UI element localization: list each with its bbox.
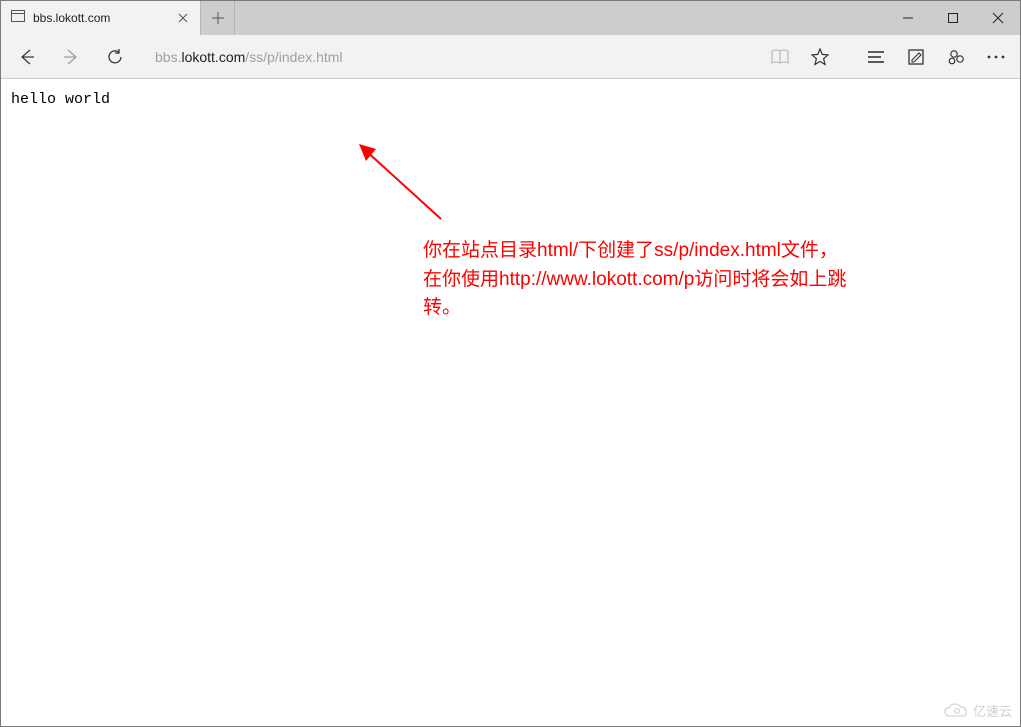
url-subdomain: bbs. — [155, 49, 181, 65]
share-icon[interactable] — [936, 35, 976, 79]
tab-title: bbs.lokott.com — [33, 11, 176, 25]
hub-icon[interactable] — [856, 35, 896, 79]
browser-tab[interactable]: bbs.lokott.com — [1, 1, 201, 35]
new-tab-button[interactable] — [201, 1, 235, 35]
url-host: lokott.com — [181, 49, 245, 65]
reading-view-icon[interactable] — [760, 35, 800, 79]
page-content: hello world 你在站点目录html/下创建了ss/p/index.ht… — [1, 79, 1020, 726]
favorite-star-icon[interactable] — [800, 35, 840, 79]
annotation-text: 你在站点目录html/下创建了ss/p/index.html文件，在你使用htt… — [423, 237, 853, 323]
maximize-button[interactable] — [930, 1, 975, 35]
refresh-button[interactable] — [93, 35, 137, 79]
page-body-text: hello world — [11, 91, 110, 108]
more-icon[interactable] — [976, 35, 1016, 79]
watermark: 亿速云 — [943, 701, 1012, 720]
right-tools — [760, 35, 1016, 79]
watermark-text: 亿速云 — [973, 701, 1012, 720]
browser-window: bbs.lokott.com — [0, 0, 1021, 727]
close-tab-icon[interactable] — [176, 11, 190, 25]
page-icon — [11, 9, 25, 27]
annotation-arrow — [356, 141, 456, 231]
address-bar[interactable]: bbs.lokott.com/ss/p/index.html — [143, 42, 754, 72]
close-window-button[interactable] — [975, 1, 1020, 35]
back-button[interactable] — [5, 35, 49, 79]
forward-button[interactable] — [49, 35, 93, 79]
cloud-icon — [943, 702, 969, 719]
tab-bar: bbs.lokott.com — [1, 1, 1020, 35]
minimize-button[interactable] — [885, 1, 930, 35]
toolbar: bbs.lokott.com/ss/p/index.html — [1, 35, 1020, 79]
url-path: /ss/p/index.html — [245, 49, 342, 65]
window-controls — [885, 1, 1020, 35]
notes-icon[interactable] — [896, 35, 936, 79]
